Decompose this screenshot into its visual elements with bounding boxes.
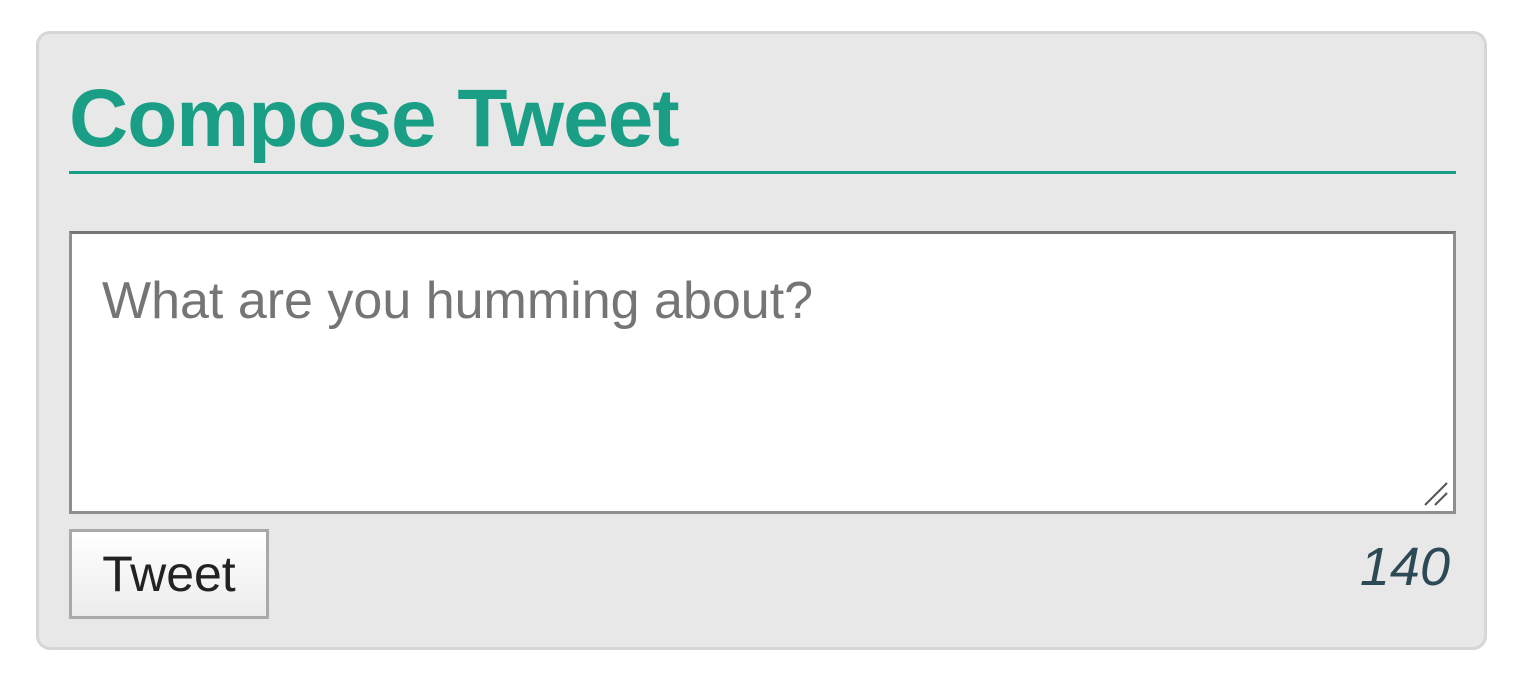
character-counter: 140 xyxy=(1359,537,1450,597)
title-divider xyxy=(69,171,1456,174)
compose-title: Compose Tweet xyxy=(69,73,680,164)
tweet-button[interactable]: Tweet xyxy=(69,529,269,619)
compose-tweet-card: Compose Tweet Tweet 140 xyxy=(36,31,1487,650)
tweet-textarea[interactable] xyxy=(69,231,1456,514)
resize-grip-icon[interactable] xyxy=(1421,479,1451,509)
